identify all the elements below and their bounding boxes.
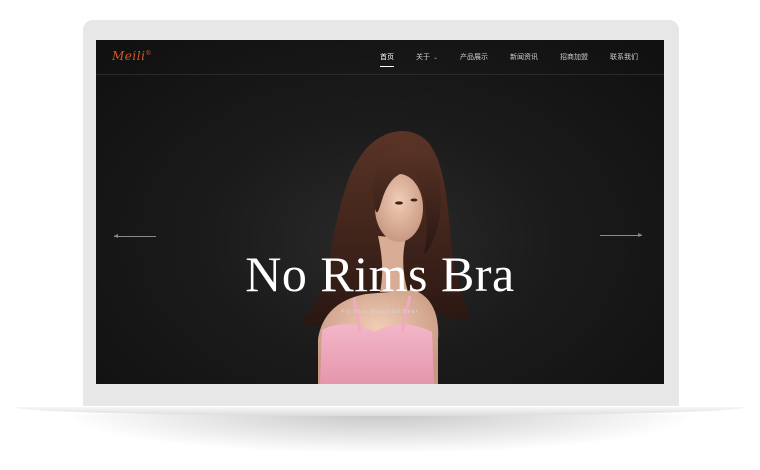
main-nav: Meili® 首页 关于 ⌄ 产品展示 新闻资讯 招商加盟 联系我们	[96, 40, 664, 75]
website-screen: Meili® 首页 关于 ⌄ 产品展示 新闻资讯 招商加盟 联系我们 No Rim…	[96, 40, 664, 384]
nav-item-home[interactable]: 首页	[379, 52, 394, 67]
nav-menu: 首页 关于 ⌄ 产品展示 新闻资讯 招商加盟 联系我们	[358, 52, 638, 67]
chevron-down-icon: ⌄	[432, 55, 438, 61]
arrow-left-icon[interactable]	[114, 234, 156, 238]
arrow-right-icon[interactable]	[600, 233, 642, 237]
laptop-shadow	[60, 414, 700, 454]
nav-item-franchise[interactable]: 招商加盟	[560, 52, 588, 62]
hero-title: No Rims Bra	[245, 246, 515, 302]
nav-item-about[interactable]: 关于 ⌄	[416, 52, 438, 62]
logo-mark: ®	[145, 50, 152, 57]
laptop-mockup: Meili® 首页 关于 ⌄ 产品展示 新闻资讯 招商加盟 联系我们 No Rim…	[0, 0, 760, 470]
nav-item-contact[interactable]: 联系我们	[610, 52, 638, 62]
hero-model-image	[302, 130, 470, 384]
nav-item-about-label: 关于	[415, 54, 430, 61]
nav-item-products[interactable]: 产品展示	[460, 52, 488, 62]
brand-logo[interactable]: Meili®	[112, 49, 152, 63]
logo-text: Meili	[112, 49, 146, 63]
hero-subtitle: Fit Your Beautiful Bear	[341, 309, 419, 315]
nav-item-news[interactable]: 新闻资讯	[510, 52, 538, 62]
